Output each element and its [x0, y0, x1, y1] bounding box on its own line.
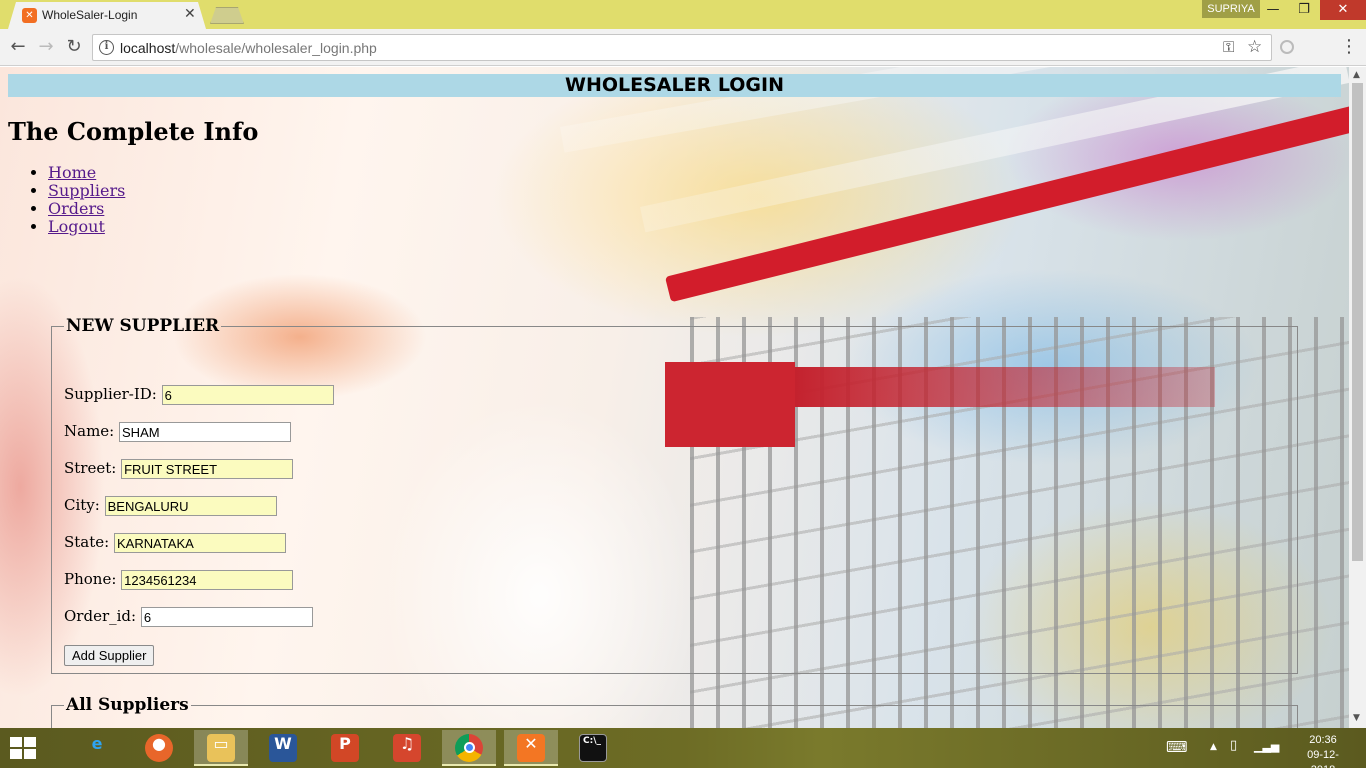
- folder-icon: ▭: [207, 734, 235, 762]
- phone-label: Phone:: [64, 570, 117, 588]
- supplier-id-row: Supplier-ID:: [64, 385, 334, 405]
- scrollbar-thumb[interactable]: [1352, 83, 1363, 561]
- order-id-input[interactable]: [140, 607, 313, 627]
- restore-button[interactable]: ❐: [1289, 0, 1319, 20]
- system-clock[interactable]: 20:36 09-12-2018: [1298, 733, 1348, 768]
- phone-row: Phone:: [64, 570, 294, 590]
- profile-badge[interactable]: SUPRIYA: [1202, 0, 1260, 18]
- name-input[interactable]: [119, 422, 292, 442]
- nav-menu: Home Suppliers Orders Logout: [48, 164, 125, 236]
- start-button[interactable]: [10, 737, 38, 759]
- nav-item-home: Home: [48, 164, 125, 182]
- windows-taskbar: e ● ▭ W P ♫ ✕ C:\_ ⌨ ▲ ▯ ▁▃▅ 20:36 09-12…: [0, 728, 1366, 768]
- nav-link-suppliers[interactable]: Suppliers: [48, 181, 125, 200]
- bookmark-star-icon[interactable]: ☆: [1247, 37, 1262, 57]
- city-label: City:: [64, 496, 100, 514]
- firefox-icon: ●: [145, 734, 173, 762]
- address-bar[interactable]: i localhost/wholesale/wholesaler_login.p…: [92, 34, 1272, 61]
- city-row: City:: [64, 496, 277, 516]
- page-viewport: WHOLESALER LOGIN The Complete Info Home …: [0, 67, 1349, 728]
- back-icon[interactable]: ←: [8, 37, 28, 57]
- street-row: Street:: [64, 459, 294, 479]
- street-input[interactable]: [121, 459, 294, 479]
- extension-icon[interactable]: [1280, 40, 1294, 54]
- taskbar-music-player[interactable]: ♫: [380, 730, 434, 766]
- word-icon: W: [269, 734, 297, 762]
- supplier-id-label: Supplier-ID:: [64, 385, 157, 403]
- clock-time: 20:36: [1309, 734, 1337, 746]
- browser-titlebar: ✕ WholeSaler-Login ✕ SUPRIYA — ❐ ✕: [0, 0, 1366, 29]
- browser-tab[interactable]: ✕ WholeSaler-Login ✕: [8, 2, 206, 29]
- state-label: State:: [64, 533, 110, 551]
- city-input[interactable]: [104, 496, 277, 516]
- battery-icon[interactable]: ▯: [1230, 738, 1237, 753]
- info-icon[interactable]: i: [99, 40, 114, 55]
- taskbar-xampp[interactable]: ✕: [504, 730, 558, 766]
- nav-item-orders: Orders: [48, 200, 125, 218]
- name-row: Name:: [64, 422, 292, 442]
- all-suppliers-section: All Suppliers: [51, 695, 1298, 728]
- forward-icon[interactable]: →: [36, 37, 56, 57]
- scroll-down-arrow-icon[interactable]: ▼: [1353, 713, 1360, 723]
- nav-link-orders[interactable]: Orders: [48, 199, 104, 218]
- key-icon[interactable]: ⚿: [1223, 38, 1234, 56]
- new-tab-button[interactable]: [210, 7, 244, 24]
- site-title: The Complete Info: [8, 117, 259, 146]
- browser-menu-icon[interactable]: ⋮: [1340, 36, 1358, 57]
- taskbar-file-explorer[interactable]: ▭: [194, 730, 248, 766]
- headphones-icon: ♫: [393, 734, 421, 762]
- clock-date: 09-12-2018: [1307, 749, 1339, 768]
- all-suppliers-legend: All Suppliers: [66, 695, 189, 715]
- new-supplier-form: NEW SUPPLIER Supplier-ID: Name: Street: …: [51, 316, 1298, 674]
- taskbar-internet-explorer[interactable]: e: [70, 730, 124, 766]
- network-signal-icon[interactable]: ▁▃▅: [1254, 740, 1279, 753]
- street-label: Street:: [64, 459, 117, 477]
- page-scrollbar[interactable]: ▲ ▼: [1349, 67, 1366, 728]
- taskbar-word[interactable]: W: [256, 730, 310, 766]
- order-id-row: Order_id:: [64, 607, 313, 627]
- taskbar-command-prompt[interactable]: C:\_: [566, 730, 620, 766]
- page-banner: WHOLESALER LOGIN: [8, 74, 1341, 97]
- taskbar-powerpoint[interactable]: P: [318, 730, 372, 766]
- state-input[interactable]: [114, 533, 286, 553]
- new-supplier-legend: NEW SUPPLIER: [66, 316, 220, 336]
- keyboard-icon[interactable]: ⌨: [1166, 738, 1188, 756]
- nav-item-logout: Logout: [48, 218, 125, 236]
- reload-icon[interactable]: ↻: [64, 37, 84, 57]
- url-text[interactable]: localhost/wholesale/wholesaler_login.php: [120, 40, 377, 56]
- nav-link-home[interactable]: Home: [48, 163, 96, 182]
- internet-explorer-icon: e: [91, 734, 103, 753]
- command-prompt-icon: C:\_: [579, 734, 607, 762]
- order-id-label: Order_id:: [64, 607, 137, 625]
- xampp-icon: ✕: [517, 734, 545, 762]
- xampp-icon: ✕: [22, 8, 37, 23]
- powerpoint-icon: P: [331, 734, 359, 762]
- taskbar-firefox[interactable]: ●: [132, 730, 186, 766]
- state-row: State:: [64, 533, 286, 553]
- phone-input[interactable]: [121, 570, 294, 590]
- show-hidden-icons-icon[interactable]: ▲: [1210, 742, 1217, 752]
- add-supplier-button[interactable]: Add Supplier: [64, 645, 155, 666]
- window-close-button[interactable]: ✕: [1320, 0, 1366, 20]
- tab-title: WholeSaler-Login: [42, 8, 138, 22]
- minimize-button[interactable]: —: [1258, 0, 1288, 20]
- nav-item-suppliers: Suppliers: [48, 182, 125, 200]
- scroll-up-arrow-icon[interactable]: ▲: [1353, 70, 1360, 80]
- browser-toolbar: ← → ↻ i localhost/wholesale/wholesaler_l…: [0, 29, 1366, 66]
- chrome-icon: [455, 734, 483, 762]
- taskbar-chrome[interactable]: [442, 730, 496, 766]
- nav-link-logout[interactable]: Logout: [48, 217, 105, 236]
- name-label: Name:: [64, 422, 115, 440]
- close-tab-icon[interactable]: ✕: [184, 6, 196, 22]
- supplier-id-input[interactable]: [161, 385, 334, 405]
